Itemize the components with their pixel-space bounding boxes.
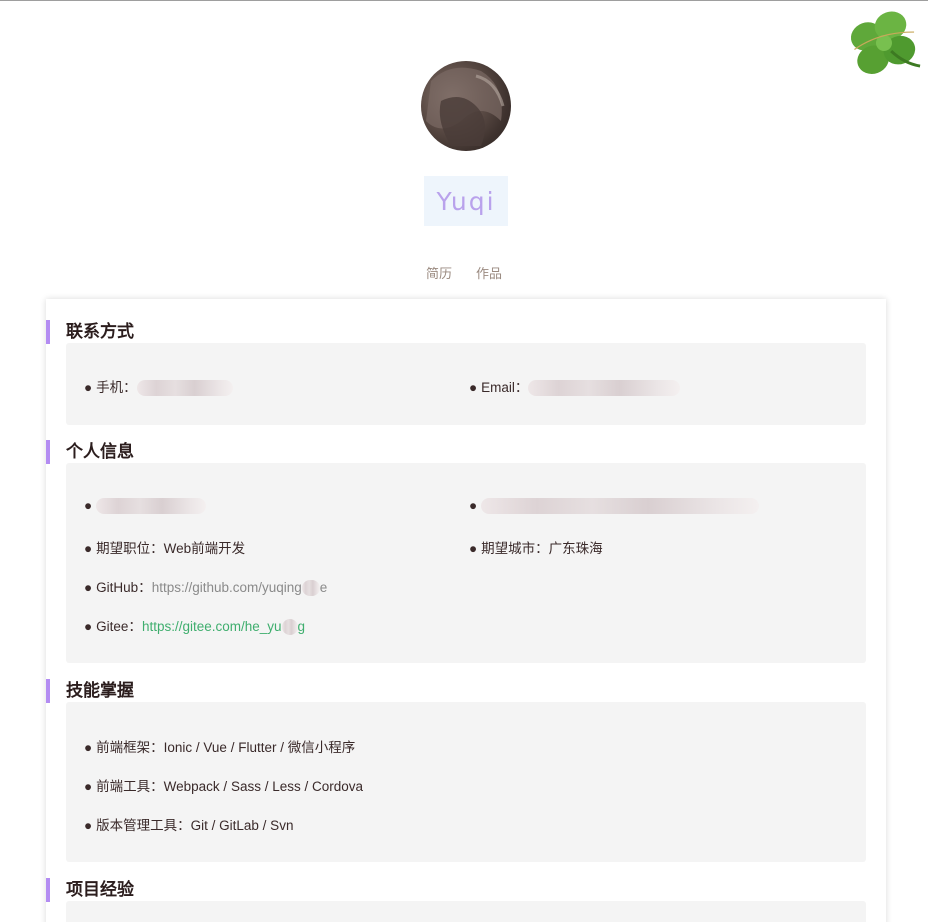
four-leaf-clover-icon [850, 11, 921, 74]
phone-item: ● 手机： [84, 376, 233, 397]
personal-panel: ● ● ● 期望职位：Web前端开发 ● 期望城市：广东珠海 ● GitHub：htt… [66, 463, 866, 663]
section-title-skills: 技能掌握 [46, 679, 134, 703]
section-title-projects: 项目经验 [46, 878, 134, 902]
skill-tools: ● 前端工具：Webpack / Sass / Less / Cordova [84, 779, 363, 794]
section-title-personal: 个人信息 [46, 440, 134, 464]
nav-resume-link[interactable]: 简历 [426, 263, 452, 282]
avatar [421, 61, 511, 151]
projects-panel [66, 901, 866, 922]
gitee-link[interactable]: https://gitee.com/he_yu g [142, 619, 305, 636]
nav-works-link[interactable]: 作品 [476, 263, 502, 282]
redacted-phone [136, 380, 233, 397]
redacted-info-item: ● [84, 498, 207, 515]
github-item: ● GitHub：https://github.com/yuqing e [84, 580, 328, 597]
redacted-info-right [481, 498, 760, 515]
contact-panel: ● 手机： ● Email： [66, 343, 866, 425]
resume-page: Yuqi 简历 作品 联系方式 ● 手机： ● Email： 个人信息 ● ● ● 期… [0, 0, 928, 922]
github-link[interactable]: https://github.com/yuqing e [152, 580, 327, 597]
redacted-email [528, 380, 681, 397]
gitee-item: ● Gitee：https://gitee.com/he_yu g [84, 619, 306, 636]
redacted-info-item-right: ● [469, 498, 760, 515]
position-item: ● 期望职位：Web前端开发 [84, 541, 246, 556]
main-nav: 简历 作品 [0, 263, 928, 282]
skill-frameworks: ● 前端框架：Ionic / Vue / Flutter / 微信小程序 [84, 740, 356, 755]
city-item: ● 期望城市：广东珠海 [469, 541, 603, 556]
profile-name: Yuqi [424, 176, 508, 226]
email-item: ● Email： [469, 376, 681, 397]
resume-card: 联系方式 ● 手机： ● Email： 个人信息 ● ● ● 期望职位：Web前端开发… [46, 299, 886, 922]
section-title-contact: 联系方式 [46, 320, 134, 344]
skill-vcs: ● 版本管理工具：Git / GitLab / Svn [84, 818, 294, 833]
skills-panel: ● 前端框架：Ionic / Vue / Flutter / 微信小程序 ● 前端工… [66, 702, 866, 862]
redacted-info-left [96, 498, 207, 515]
